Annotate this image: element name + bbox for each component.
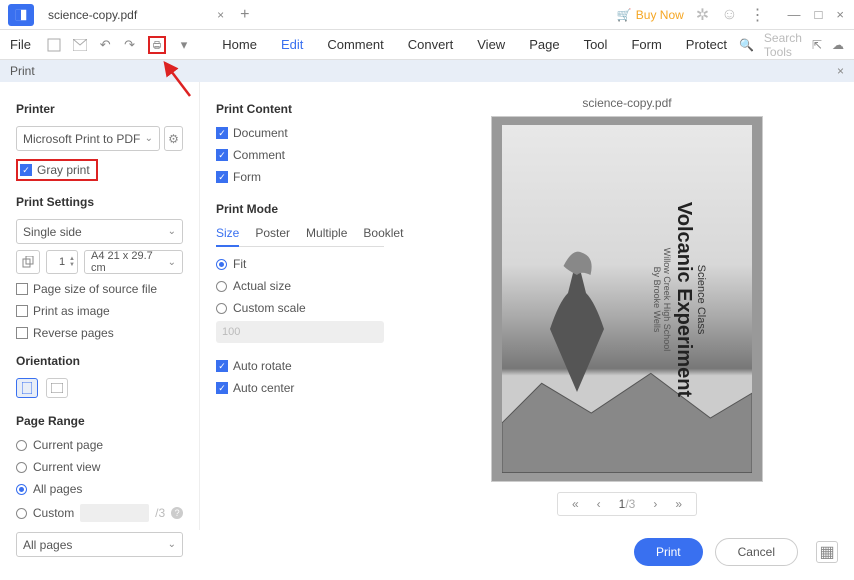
tab-form[interactable]: Form [631,37,661,52]
document-tab[interactable]: science-copy.pdf × [40,2,232,28]
grid-icon[interactable]: ▦ [816,541,838,563]
copies-icon [16,250,40,274]
tab-convert[interactable]: Convert [408,37,454,52]
portrait-button[interactable] [16,378,38,398]
buy-now-link[interactable]: 🛒 Buy Now [617,8,684,22]
print-dialog-body: Printer Microsoft Print to PDF⌄ ⚙ Gray p… [0,82,854,530]
fit-radio[interactable]: Fit [216,257,384,271]
current-view-radio[interactable]: Current view [16,460,183,474]
preview-filename: science-copy.pdf [582,96,671,110]
print-icon[interactable] [148,36,166,54]
last-page-icon[interactable]: » [675,497,682,511]
paper-select[interactable]: A4 21 x 29.7 cm⌄ [84,250,183,274]
main-tabs: Home Edit Comment Convert View Page Tool… [222,37,727,52]
print-preview-panel: science-copy.pdf Science Class Volcanic … [400,82,854,530]
maximize-icon[interactable]: □ [815,7,823,22]
menubar: File ↶ ↷ ▾ Home Edit Comment Convert Vie… [0,30,854,60]
mode-tabs: Size Poster Multiple Booklet [216,226,384,247]
auto-center-checkbox[interactable]: Auto center [216,381,384,395]
preview-text: Science Class Volcanic Experiment Willow… [620,145,740,453]
copies-input[interactable]: 1▲▼ [46,250,78,274]
print-content-label: Print Content [216,102,384,116]
help-icon[interactable]: ? [171,507,183,519]
page-range-label: Page Range [16,414,183,428]
custom-range-input[interactable] [80,504,149,522]
printer-settings-button[interactable]: ⚙ [164,126,183,151]
reverse-pages-checkbox[interactable]: Reverse pages [16,326,183,340]
custom-scale-radio[interactable]: Custom scale [216,301,384,315]
more-icon[interactable]: ⋮ [750,5,766,25]
auto-rotate-checkbox[interactable]: Auto rotate [216,359,384,373]
cloud-icon[interactable]: ☁ [832,38,844,52]
tab-protect[interactable]: Protect [686,37,727,52]
landscape-button[interactable] [46,378,68,398]
mode-poster[interactable]: Poster [255,226,290,246]
next-page-icon[interactable]: › [653,497,657,511]
undo-icon[interactable]: ↶ [99,36,111,54]
document-checkbox[interactable]: Document [216,126,384,140]
sides-select[interactable]: Single side⌄ [16,219,183,244]
notification-icon[interactable]: ✲ [696,5,709,25]
minimize-icon[interactable]: — [788,7,801,22]
form-checkbox[interactable]: Form [216,170,384,184]
current-page-radio[interactable]: Current page [16,438,183,452]
user-icon[interactable]: ☺ [721,6,737,24]
save-icon[interactable] [47,36,61,54]
mode-size[interactable]: Size [216,226,239,247]
tab-view[interactable]: View [477,37,505,52]
mode-multiple[interactable]: Multiple [306,226,347,246]
checkbox-icon [20,164,32,176]
print-left-panel: Printer Microsoft Print to PDF⌄ ⚙ Gray p… [0,82,200,530]
close-tab-icon[interactable]: × [217,8,224,22]
all-pages-radio[interactable]: All pages [16,482,183,496]
orientation-label: Orientation [16,354,183,368]
scale-input[interactable]: 100 [216,321,384,343]
preview-page: Science Class Volcanic Experiment Willow… [491,116,763,482]
mode-booklet[interactable]: Booklet [363,226,403,246]
printer-label: Printer [16,102,183,116]
app-icon [8,4,34,26]
first-page-icon[interactable]: « [572,497,579,511]
custom-range-radio[interactable]: Custom /3 ? [16,504,183,522]
print-settings-label: Print Settings [16,195,183,209]
search-icon: 🔍 [739,38,754,52]
redo-icon[interactable]: ↷ [123,36,135,54]
print-button[interactable]: Print [634,538,703,566]
file-menu[interactable]: File [10,37,31,52]
titlebar-right: 🛒 Buy Now ✲ ☺ ⋮ — □ × [617,5,854,25]
new-tab-icon[interactable]: + [240,6,249,24]
cancel-button[interactable]: Cancel [715,538,798,566]
comment-checkbox[interactable]: Comment [216,148,384,162]
tab-home[interactable]: Home [222,37,257,52]
close-window-icon[interactable]: × [836,7,844,22]
dialog-footer: Print Cancel ▦ [634,538,838,566]
tab-edit[interactable]: Edit [281,37,303,52]
gray-print-checkbox[interactable]: Gray print [16,159,98,181]
mail-icon[interactable] [73,36,87,54]
printer-select[interactable]: Microsoft Print to PDF⌄ [16,126,160,151]
tab-comment[interactable]: Comment [327,37,383,52]
actual-size-radio[interactable]: Actual size [216,279,384,293]
search-tools[interactable]: Search Tools [764,31,802,59]
print-as-image-checkbox[interactable]: Print as image [16,304,183,318]
share-icon[interactable]: ⇱ [812,38,822,52]
tab-page[interactable]: Page [529,37,559,52]
print-mode-label: Print Mode [216,202,384,216]
page-size-source-checkbox[interactable]: Page size of source file [16,282,183,296]
titlebar: science-copy.pdf × + 🛒 Buy Now ✲ ☺ ⋮ — □… [0,0,854,30]
tab-tool[interactable]: Tool [584,37,608,52]
pager: « ‹ 1/3 › » [557,492,697,516]
dropdown-icon[interactable]: ▾ [178,36,190,54]
close-dialog-icon[interactable]: × [837,64,844,78]
print-middle-panel: Print Content Document Comment Form Prin… [200,82,400,530]
prev-page-icon[interactable]: ‹ [597,497,601,511]
print-title: Print [10,64,35,78]
tab-title: science-copy.pdf [48,8,137,22]
print-dialog-header: Print × [0,60,854,82]
range-select[interactable]: All pages⌄ [16,532,183,557]
